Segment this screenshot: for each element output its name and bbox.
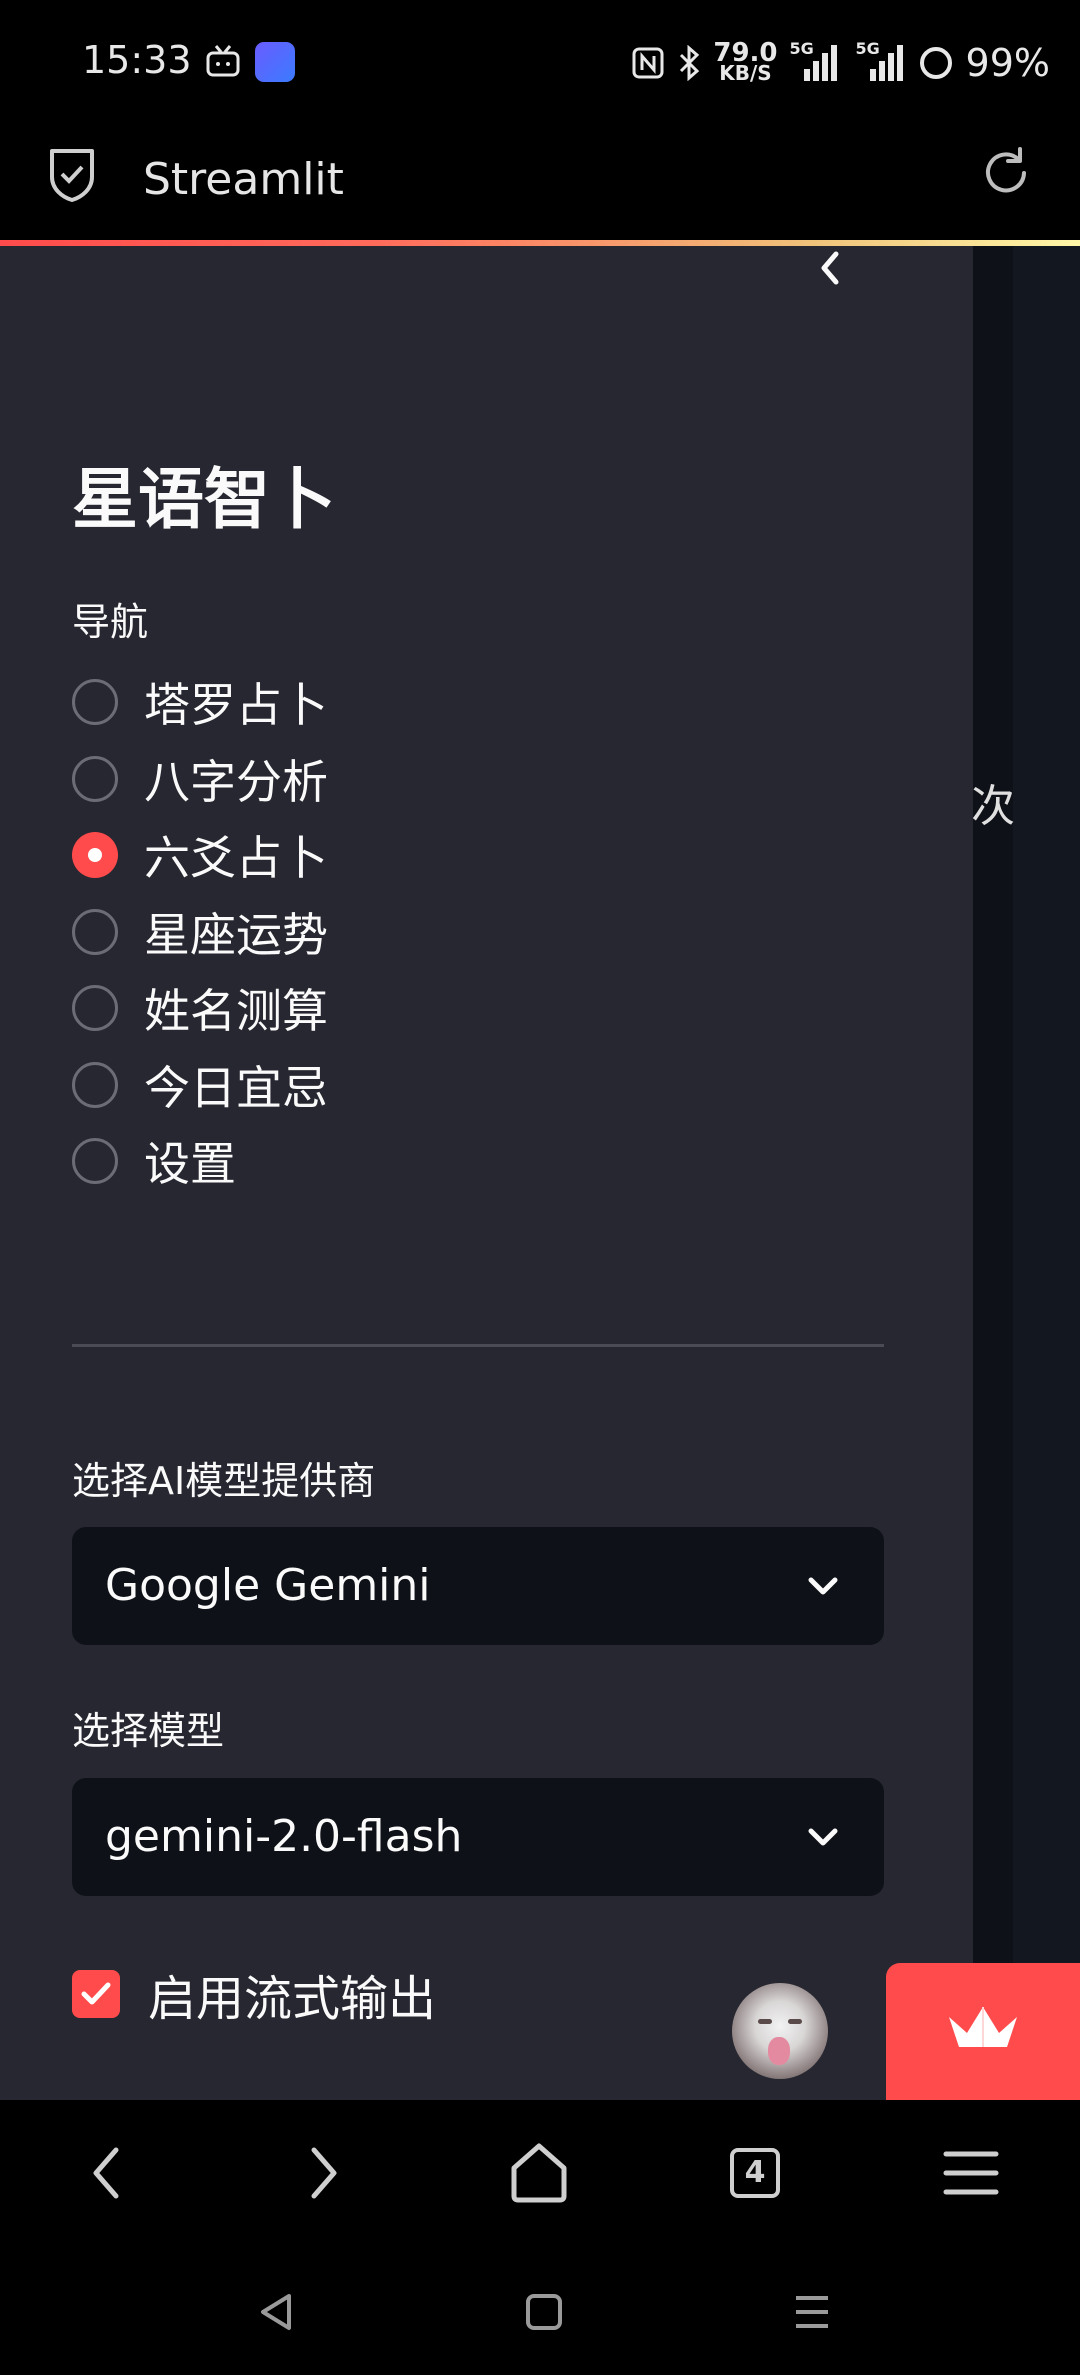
nfc-icon <box>632 47 664 79</box>
status-time: 15:33 <box>82 38 192 82</box>
nav-option-label: 六爻占卜 <box>144 831 328 886</box>
battery-percent: 99% <box>965 41 1050 85</box>
provider-select-value: Google Gemini <box>105 1560 431 1611</box>
model-label: 选择模型 <box>72 1709 225 1753</box>
avatar-eye <box>758 2019 772 2024</box>
battery-ring-icon <box>919 47 952 79</box>
model-select-value: gemini-2.0-flash <box>105 1811 463 1862</box>
menu-icon[interactable] <box>936 2138 1006 2208</box>
avatar-tongue <box>768 2037 790 2065</box>
nav-radio-group: 塔罗占卜 八字分析 六爻占卜 星座运势 姓名测算 今日宜忌 设置 <box>72 664 328 1200</box>
nav-label: 导航 <box>72 600 149 644</box>
streamlit-crown-icon <box>949 2007 1017 2047</box>
tv-app-icon <box>206 45 240 77</box>
status-indicators: 79.0 KB/S 5G 5G 99% <box>631 38 1050 88</box>
radio-button[interactable] <box>72 755 118 802</box>
network-speed: 79.0 KB/S <box>713 38 778 85</box>
nav-option-label: 设置 <box>144 1137 236 1192</box>
radio-button[interactable] <box>72 1138 118 1185</box>
sidebar: 星语智卜 导航 塔罗占卜 八字分析 六爻占卜 星座运势 姓名测算 今日宜忌 设置… <box>0 246 973 2100</box>
shield-check-icon[interactable] <box>46 145 98 203</box>
radio-button[interactable] <box>72 985 118 1032</box>
streamlit-badge[interactable] <box>886 1963 1080 2100</box>
reload-icon[interactable] <box>978 145 1034 201</box>
back-icon[interactable] <box>72 2138 142 2208</box>
streaming-checkbox-row[interactable]: 启用流式输出 <box>72 1959 436 2029</box>
bluetooth-icon <box>680 45 700 81</box>
nav-option-liuyao[interactable]: 六爻占卜 <box>72 817 328 894</box>
home-icon[interactable] <box>504 2138 574 2208</box>
streaming-checkbox[interactable] <box>72 1970 120 2018</box>
nav-option-label: 姓名测算 <box>144 984 328 1039</box>
nav-option-label: 塔罗占卜 <box>144 678 328 733</box>
streaming-checkbox-label: 启用流式输出 <box>148 1971 437 2027</box>
avatar-eye <box>788 2019 802 2024</box>
main-content-scroll-area <box>1013 246 1080 2100</box>
radio-button[interactable] <box>72 1061 118 1108</box>
app-notification-icon <box>255 42 295 82</box>
app-bar: Streamlit <box>0 125 1080 240</box>
nav-option-daily-almanac[interactable]: 今日宜忌 <box>72 1047 328 1124</box>
nav-option-name-analysis[interactable]: 姓名测算 <box>72 970 328 1047</box>
tab-switcher-button[interactable]: 4 <box>730 2148 780 2198</box>
collapse-sidebar-icon[interactable] <box>808 246 852 290</box>
system-home-icon[interactable] <box>522 2290 566 2334</box>
sidebar-divider <box>72 1344 884 1347</box>
signal-icon-1: 5G <box>790 39 840 83</box>
nav-option-label: 八字分析 <box>144 754 328 809</box>
nav-option-label: 今日宜忌 <box>144 1060 328 1115</box>
sidebar-title: 星语智卜 <box>72 461 336 538</box>
user-avatar[interactable] <box>732 1983 828 2079</box>
provider-label: 选择AI模型提供商 <box>72 1459 376 1503</box>
model-select[interactable]: gemini-2.0-flash <box>72 1778 884 1896</box>
nav-option-settings[interactable]: 设置 <box>72 1123 328 1200</box>
nav-option-bazi[interactable]: 八字分析 <box>72 741 328 818</box>
main-partial-text: 次 <box>971 781 1015 832</box>
status-bar: 15:33 79.0 KB/S 5G 5G 99% <box>0 0 1080 125</box>
chevron-down-icon <box>808 1577 838 1595</box>
signal-icon-2: 5G <box>852 39 906 83</box>
radio-button-selected[interactable] <box>72 832 118 879</box>
check-icon <box>81 1982 111 2005</box>
nav-option-horoscope[interactable]: 星座运势 <box>72 894 328 971</box>
browser-toolbar <box>0 2100 1080 2245</box>
forward-icon[interactable] <box>288 2138 358 2208</box>
system-navigation-bar <box>0 2245 1080 2375</box>
radio-button[interactable] <box>72 908 118 955</box>
app-title: Streamlit <box>143 154 344 205</box>
nav-option-tarot[interactable]: 塔罗占卜 <box>72 664 328 741</box>
radio-button[interactable] <box>72 679 118 726</box>
provider-select[interactable]: Google Gemini <box>72 1527 884 1645</box>
nav-option-label: 星座运势 <box>144 907 328 962</box>
chevron-down-icon <box>808 1828 838 1846</box>
main-content <box>973 246 1080 2100</box>
system-recents-icon[interactable] <box>790 2290 834 2334</box>
system-back-icon[interactable] <box>255 2290 299 2334</box>
